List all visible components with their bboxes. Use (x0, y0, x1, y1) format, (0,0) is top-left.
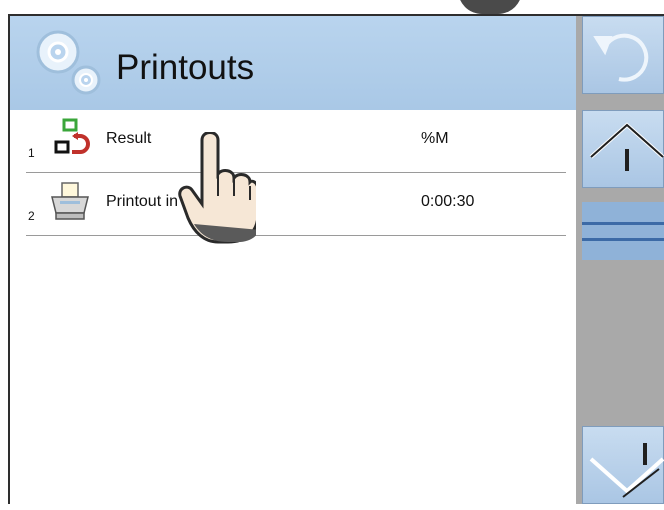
result-flag-icon (54, 118, 90, 154)
list-item-printout-interval[interactable]: 2 Printout in 0:00:30 (26, 173, 566, 236)
scroll-up-icon (589, 122, 664, 171)
scroll-down-icon (589, 443, 664, 498)
touch-hand-icon (178, 132, 256, 244)
settings-list: 1 Result %M 2 Printout in 0:00:30 (10, 110, 576, 504)
row-label: Result (106, 130, 152, 147)
gears-icon (36, 30, 101, 95)
row-number: 1 (28, 146, 35, 160)
back-arrow-icon (593, 33, 649, 82)
back-button[interactable] (582, 16, 664, 94)
printer-icon (51, 182, 89, 220)
device-frame (0, 0, 664, 14)
row-value: %M (421, 130, 449, 147)
scrollbar-thumb[interactable] (582, 202, 664, 260)
device-knob (458, 0, 522, 14)
row-value: 0:00:30 (421, 193, 475, 210)
list-item-result[interactable]: 1 Result %M (26, 110, 566, 173)
sidebar (576, 16, 664, 504)
page-title: Printouts (116, 48, 255, 87)
scroll-up-button[interactable] (582, 110, 664, 188)
row-label: Printout in (106, 193, 179, 210)
scroll-down-button[interactable] (582, 426, 664, 504)
row-number: 2 (28, 209, 35, 223)
